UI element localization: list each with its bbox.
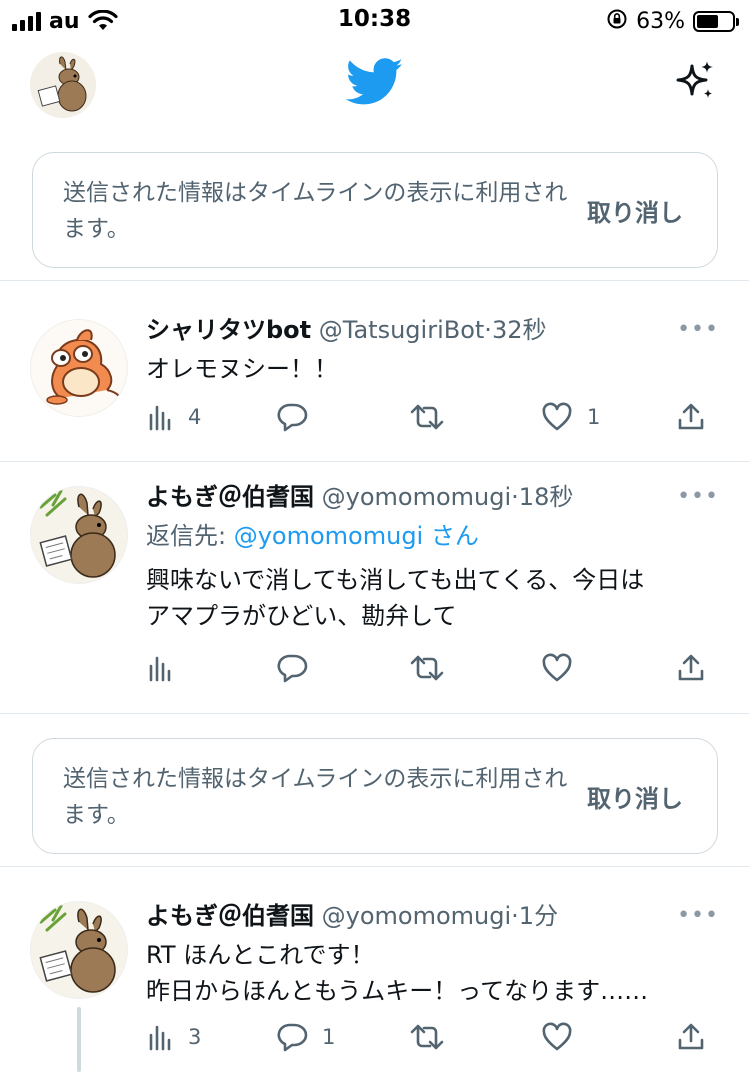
tweet-text-line: オレモヌシー！！ xyxy=(146,355,338,383)
user-handle[interactable]: @TatsugiriBot xyxy=(319,316,485,344)
more-options-icon[interactable]: ••• xyxy=(677,480,719,514)
retweet-action[interactable] xyxy=(409,1017,459,1057)
retweet-action[interactable] xyxy=(409,648,459,688)
reply-icon xyxy=(276,402,308,432)
tweet-header: よもぎ＠伯耆国 @yomomomugi·1分 ••• xyxy=(146,899,719,933)
like-action[interactable] xyxy=(541,1017,587,1057)
display-name[interactable]: よもぎ＠伯耆国 xyxy=(146,483,314,511)
heart-icon xyxy=(541,402,573,432)
like-action[interactable] xyxy=(541,648,587,688)
timeline-notice-card: 送信された情報はタイムラインの表示に利用されます。 取り消し xyxy=(32,738,718,854)
more-options-icon[interactable]: ••• xyxy=(677,899,719,933)
reply-icon xyxy=(276,1022,308,1052)
tweet-body: よもぎ＠伯耆国 @yomomomugi·1分 ••• RT ほんとこれです！ 昨… xyxy=(146,899,719,1009)
share-action[interactable] xyxy=(676,1017,706,1057)
like-action[interactable]: 1 xyxy=(541,397,600,437)
tweet-text-line: RT ほんとこれです！ xyxy=(146,941,375,969)
views-icon xyxy=(146,403,174,431)
reply-prefix: 返信先: xyxy=(146,522,234,550)
tweet[interactable]: よもぎ＠伯耆国 @yomomomugi·1分 ••• RT ほんとこれです！ 昨… xyxy=(0,867,749,1072)
share-action[interactable] xyxy=(676,397,706,437)
reply-action[interactable] xyxy=(276,648,322,688)
undo-button[interactable]: 取り消し xyxy=(587,193,683,228)
like-count: 1 xyxy=(587,405,601,429)
views-count: 3 xyxy=(188,1025,202,1049)
reply-action[interactable] xyxy=(276,397,322,437)
heart-icon xyxy=(541,1022,573,1052)
tweet[interactable]: よもぎ＠伯耆国 @yomomomugi·18秒 ••• 返信先: @yomomo… xyxy=(0,462,749,712)
share-icon xyxy=(676,1022,706,1052)
separator-dot: · xyxy=(484,316,492,344)
battery-percent: 63% xyxy=(636,8,685,34)
tweet-time[interactable]: 32秒 xyxy=(492,316,547,344)
reply-suffix: さん xyxy=(430,522,479,550)
tweet-header: シャリタツbot @TatsugiriBot·32秒 ••• xyxy=(146,313,719,347)
views-count: 4 xyxy=(188,405,202,429)
tweet-avatar[interactable] xyxy=(30,486,128,584)
tweet-text-line: アマプラがひどい、勘弁して xyxy=(146,602,457,630)
status-bar: au 10:38 63% xyxy=(0,0,749,42)
divider xyxy=(0,713,749,714)
notice-text: 送信された情報はタイムラインの表示に利用されます。 xyxy=(63,180,568,242)
thread-connector xyxy=(77,1007,81,1072)
retweet-icon xyxy=(409,1022,445,1052)
heart-icon xyxy=(541,653,573,683)
tweet-text-line: 興味ないで消しても消しても出てくる、今日は xyxy=(146,566,645,594)
views-action[interactable]: 4 xyxy=(146,397,201,437)
user-handle[interactable]: @yomomomugi xyxy=(322,483,512,511)
views-icon xyxy=(146,654,174,682)
share-action[interactable] xyxy=(676,648,706,688)
tweet-avatar[interactable] xyxy=(30,319,128,417)
share-icon xyxy=(676,402,706,432)
tweet[interactable]: シャリタツbot @TatsugiriBot·32秒 ••• オレモヌシー！！ … xyxy=(0,281,749,461)
views-action[interactable] xyxy=(146,648,188,688)
views-icon xyxy=(146,1023,174,1051)
timeline-notice-card: 送信された情報はタイムラインの表示に利用されます。 取り消し xyxy=(32,152,718,268)
tweet-text-line: 昨日からほんともうムキー！ってなります…… xyxy=(146,977,649,1005)
separator-dot: · xyxy=(511,902,519,930)
tweet-actions xyxy=(146,648,710,688)
retweet-icon xyxy=(409,402,445,432)
retweet-action[interactable] xyxy=(409,397,459,437)
notice-text: 送信された情報はタイムラインの表示に利用されます。 xyxy=(63,766,568,828)
orientation-lock-icon xyxy=(606,8,628,34)
top-navigation xyxy=(0,42,749,138)
display-name[interactable]: シャリタツbot xyxy=(146,316,311,344)
tweet-actions: 3 1 xyxy=(146,1017,710,1057)
tweet-time[interactable]: 1分 xyxy=(519,902,558,930)
views-action[interactable]: 3 xyxy=(146,1017,201,1057)
more-options-icon[interactable]: ••• xyxy=(677,313,719,347)
profile-avatar[interactable] xyxy=(30,52,96,118)
battery-icon xyxy=(693,10,739,32)
app-screen: au 10:38 63% 送信された情報はタイムラインの表示に利用されます。 取… xyxy=(0,0,749,1072)
reply-context: 返信先: @yomomomugi さん xyxy=(146,518,719,554)
undo-button[interactable]: 取り消し xyxy=(587,779,683,814)
tweet-header: よもぎ＠伯耆国 @yomomomugi·18秒 ••• xyxy=(146,480,719,514)
retweet-icon xyxy=(409,653,445,683)
bird-logo-icon[interactable] xyxy=(345,58,404,110)
sparkle-icon[interactable] xyxy=(670,58,718,110)
separator-dot: · xyxy=(511,483,519,511)
user-handle[interactable]: @yomomomugi xyxy=(322,902,512,930)
tweet-body: よもぎ＠伯耆国 @yomomomugi·18秒 ••• 返信先: @yomomo… xyxy=(146,480,719,634)
reply-mention[interactable]: @yomomomugi xyxy=(234,522,424,550)
status-right: 63% xyxy=(606,6,739,36)
tweet-time[interactable]: 18秒 xyxy=(519,483,574,511)
tweet-body: シャリタツbot @TatsugiriBot·32秒 ••• オレモヌシー！！ xyxy=(146,313,719,387)
tweet-actions: 4 1 xyxy=(146,397,710,437)
reply-action[interactable]: 1 xyxy=(276,1017,335,1057)
display-name[interactable]: よもぎ＠伯耆国 xyxy=(146,902,314,930)
reply-count: 1 xyxy=(322,1025,336,1049)
share-icon xyxy=(676,653,706,683)
tweet-avatar[interactable] xyxy=(30,901,128,999)
reply-icon xyxy=(276,653,308,683)
